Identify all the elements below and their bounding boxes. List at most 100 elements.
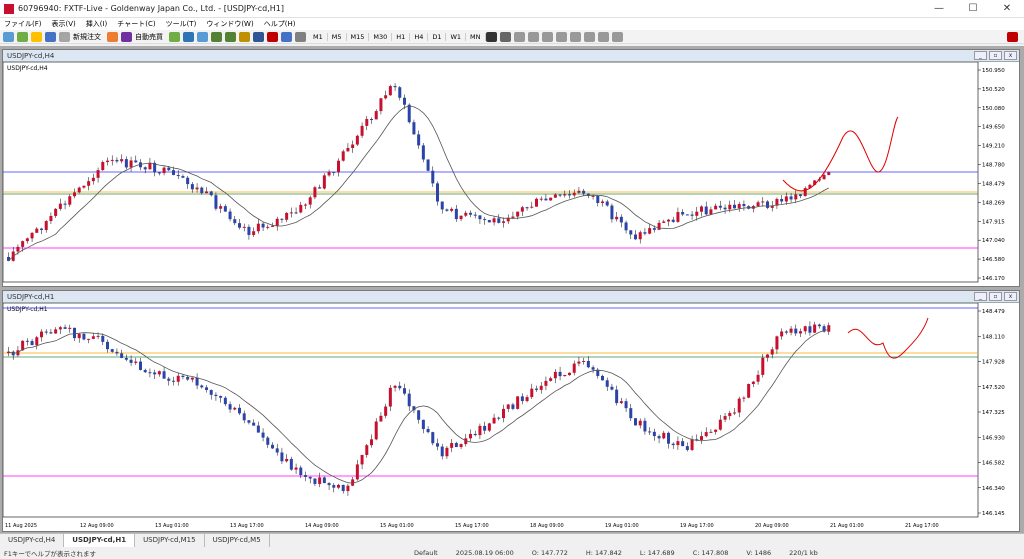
candle-body bbox=[398, 385, 402, 389]
candle-body bbox=[803, 326, 807, 332]
tab-m5[interactable]: USDJPY-cd,M5 bbox=[205, 534, 270, 547]
cursor-icon[interactable] bbox=[485, 31, 497, 42]
chart-h4-minimize[interactable]: _ bbox=[974, 51, 987, 60]
menu-view[interactable]: 表示(V) bbox=[52, 19, 76, 29]
autoscroll-icon[interactable] bbox=[253, 31, 264, 42]
menu-file[interactable]: ファイル(F) bbox=[4, 19, 42, 29]
candle-body bbox=[704, 432, 708, 437]
close-button[interactable]: ✕ bbox=[990, 3, 1024, 14]
new-chart-icon[interactable] bbox=[3, 31, 14, 42]
toolbar: 新規注文 自動売買 M1 M5 M15 M30 H1 H4 D1 W1 MN bbox=[0, 30, 1024, 44]
candle-body bbox=[200, 385, 204, 388]
channel-icon[interactable] bbox=[555, 31, 567, 42]
candle-body bbox=[87, 338, 91, 340]
chart-h4-restore[interactable]: ▫ bbox=[989, 51, 1002, 60]
tile-windows-icon[interactable] bbox=[239, 31, 250, 42]
metaeditor-icon[interactable] bbox=[107, 31, 118, 42]
templates-icon[interactable] bbox=[295, 31, 306, 42]
chart-caption-h4: USDJPY-cd,H4 bbox=[7, 51, 55, 60]
profiles-icon[interactable] bbox=[17, 31, 28, 42]
periods-icon[interactable] bbox=[281, 31, 292, 42]
search-icon[interactable] bbox=[1007, 31, 1018, 42]
crosshair-icon[interactable] bbox=[499, 31, 511, 42]
candle-body bbox=[610, 205, 614, 220]
candle-body bbox=[473, 433, 477, 436]
chart-h1-minimize[interactable]: _ bbox=[974, 292, 987, 301]
fibo-icon[interactable] bbox=[569, 31, 581, 42]
zoom-in-icon[interactable] bbox=[211, 31, 222, 42]
label-tool-icon[interactable] bbox=[597, 31, 609, 42]
trendline-icon[interactable] bbox=[541, 31, 553, 42]
candle-body bbox=[634, 234, 637, 240]
menu-tools[interactable]: ツール(T) bbox=[166, 19, 197, 29]
candle-body bbox=[115, 159, 119, 162]
minimize-button[interactable]: — bbox=[922, 3, 956, 14]
candle-body bbox=[148, 162, 152, 170]
line-chart-icon[interactable] bbox=[197, 31, 208, 42]
candle-body bbox=[784, 196, 788, 202]
auto-trade-button[interactable]: 自動売買 bbox=[135, 32, 163, 42]
candle-body bbox=[733, 412, 736, 414]
chart-window-h4[interactable]: USDJPY-cd,H4 _ ▫ x USDJPY-cd,H4 150.950 150.… bbox=[2, 49, 1020, 287]
tf-m5[interactable]: M5 bbox=[328, 32, 347, 41]
tf-m1[interactable]: M1 bbox=[309, 32, 328, 41]
menu-insert[interactable]: 挿入(I) bbox=[86, 19, 108, 29]
indicators-icon[interactable] bbox=[267, 31, 278, 42]
time-label: 21 Aug 01:00 bbox=[830, 523, 864, 529]
candle-body bbox=[789, 328, 793, 333]
tf-h4[interactable]: H4 bbox=[410, 32, 429, 41]
tf-w1[interactable]: W1 bbox=[446, 32, 467, 41]
new-order-button[interactable]: 新規注文 bbox=[73, 32, 101, 42]
navigator-icon[interactable] bbox=[45, 31, 56, 42]
terminal-icon[interactable] bbox=[59, 31, 70, 42]
menu-window[interactable]: ウィンドウ(W) bbox=[206, 19, 253, 29]
chart-h1-restore[interactable]: ▫ bbox=[989, 292, 1002, 301]
menu-chart[interactable]: チャート(C) bbox=[117, 19, 155, 29]
h1-candlestick-chart[interactable]: USDJPY-cd,H1 148.479 148.110 147.928 147.520… bbox=[3, 303, 1019, 531]
chart-h4-close[interactable]: x bbox=[1004, 51, 1017, 60]
arrows-icon[interactable] bbox=[611, 31, 623, 42]
zoom-out-icon[interactable] bbox=[225, 31, 236, 42]
chart-window-h1[interactable]: USDJPY-cd,H1 _ ▫ x USDJPY-cd,H1 148.479 148.… bbox=[2, 290, 1020, 532]
candle-body bbox=[393, 86, 397, 88]
tab-m15[interactable]: USDJPY-cd,M15 bbox=[135, 534, 205, 547]
candle-body bbox=[313, 187, 317, 198]
market-watch-icon[interactable] bbox=[31, 31, 42, 42]
tf-mn[interactable]: MN bbox=[466, 32, 486, 41]
candle-body bbox=[450, 208, 454, 211]
tab-h1[interactable]: USDJPY-cd,H1 bbox=[64, 534, 136, 547]
candle-chart-icon[interactable] bbox=[183, 31, 194, 42]
candle-body bbox=[285, 458, 289, 462]
price-label: 148.479 bbox=[982, 309, 1005, 315]
candle-body bbox=[591, 367, 595, 370]
tf-m30[interactable]: M30 bbox=[369, 32, 393, 41]
title-bar: 60796940: FXTF-Live - Goldenway Japan Co… bbox=[0, 0, 1024, 18]
candle-body bbox=[40, 228, 43, 230]
chart-h1-close[interactable]: x bbox=[1004, 292, 1017, 301]
candle-body bbox=[685, 214, 689, 216]
menu-help[interactable]: ヘルプ(H) bbox=[264, 19, 296, 29]
autotrade-icon[interactable] bbox=[121, 31, 132, 42]
maximize-button[interactable]: ☐ bbox=[956, 3, 990, 14]
h4-candlestick-chart[interactable]: USDJPY-cd,H4 150.950 150.520 150.080 149.650… bbox=[3, 62, 1019, 286]
status-help: F1キーでヘルプが表示されます bbox=[4, 550, 96, 558]
tf-d1[interactable]: D1 bbox=[428, 32, 447, 41]
hline-icon[interactable] bbox=[527, 31, 539, 42]
candle-body bbox=[572, 363, 576, 373]
candle-body bbox=[417, 134, 421, 146]
candle-body bbox=[643, 232, 647, 234]
candle-body bbox=[737, 204, 741, 209]
vline-icon[interactable] bbox=[513, 31, 525, 42]
status-bar: F1キーでヘルプが表示されます Default 2025.08.19 06:00… bbox=[0, 547, 1024, 559]
candle-body bbox=[454, 208, 458, 220]
candle-body bbox=[304, 204, 307, 206]
tab-h4[interactable]: USDJPY-cd,H4 bbox=[0, 534, 65, 547]
text-tool-icon[interactable] bbox=[583, 31, 595, 42]
window-title: 60796940: FXTF-Live - Goldenway Japan Co… bbox=[18, 4, 284, 13]
bar-chart-icon[interactable] bbox=[169, 31, 180, 42]
candle-body bbox=[723, 416, 727, 420]
tf-h1[interactable]: H1 bbox=[392, 32, 411, 41]
tf-m15[interactable]: M15 bbox=[347, 32, 370, 41]
candle-body bbox=[124, 159, 128, 168]
candle-body bbox=[365, 445, 369, 455]
